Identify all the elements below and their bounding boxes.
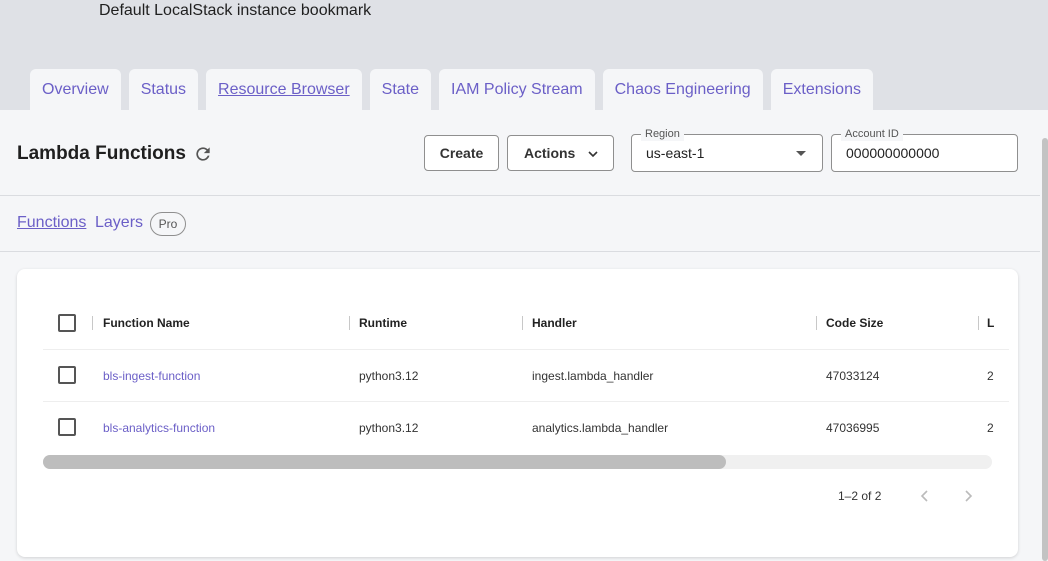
table-row[interactable]: bls-ingest-function python3.12 ingest.la… bbox=[43, 350, 1009, 402]
last-cell: 2 bbox=[987, 421, 994, 435]
account-id-field[interactable]: Account ID 000000000000 bbox=[831, 127, 1018, 172]
runtime-cell: python3.12 bbox=[359, 421, 419, 435]
tab-label: Overview bbox=[42, 80, 109, 98]
account-id-value: 000000000000 bbox=[846, 145, 940, 161]
code-size-cell: 47036995 bbox=[826, 421, 880, 435]
tab-label: Chaos Engineering bbox=[614, 80, 751, 98]
function-name-link[interactable]: bls-analytics-function bbox=[103, 421, 215, 435]
account-id-label: Account ID bbox=[841, 127, 903, 141]
handler-cell: analytics.lambda_handler bbox=[532, 421, 669, 435]
row-checkbox[interactable] bbox=[58, 366, 76, 384]
actions-button[interactable]: Actions bbox=[507, 135, 614, 171]
horizontal-scrollbar-thumb[interactable] bbox=[43, 455, 726, 469]
function-name-link[interactable]: bls-ingest-function bbox=[103, 369, 200, 383]
table-header-row: Function Name Runtime Handler Code Size … bbox=[43, 296, 1009, 350]
column-separator[interactable] bbox=[978, 316, 979, 330]
pagination-label: 1–2 of 2 bbox=[838, 489, 882, 503]
column-header-handler[interactable]: Handler bbox=[532, 316, 577, 330]
column-separator[interactable] bbox=[522, 316, 523, 330]
code-size-cell: 47033124 bbox=[826, 369, 880, 383]
actions-label: Actions bbox=[524, 145, 576, 161]
tab-chaos-engineering[interactable]: Chaos Engineering bbox=[602, 69, 763, 110]
create-button[interactable]: Create bbox=[424, 135, 499, 171]
tab-state[interactable]: State bbox=[369, 69, 432, 110]
subnav: Functions Layers Pro bbox=[0, 196, 1040, 252]
instance-title: Default LocalStack instance bookmark bbox=[99, 2, 372, 19]
column-header-last[interactable]: L bbox=[987, 316, 994, 330]
tab-iam-policy-stream[interactable]: IAM Policy Stream bbox=[439, 69, 595, 110]
chevron-down-icon bbox=[588, 151, 598, 158]
main-tabs: Overview Status Resource Browser State I… bbox=[30, 69, 873, 110]
column-separator[interactable] bbox=[816, 316, 817, 330]
chevron-right-icon[interactable] bbox=[959, 487, 977, 505]
column-header-code-size[interactable]: Code Size bbox=[826, 316, 883, 330]
tab-overview[interactable]: Overview bbox=[30, 69, 121, 110]
handler-cell: ingest.lambda_handler bbox=[532, 369, 654, 383]
table-row[interactable]: bls-analytics-function python3.12 analyt… bbox=[43, 402, 1009, 454]
select-all-checkbox[interactable] bbox=[58, 314, 76, 332]
region-select[interactable]: Region us-east-1 bbox=[631, 127, 823, 172]
tab-label: IAM Policy Stream bbox=[451, 80, 583, 98]
tab-label: Status bbox=[140, 80, 187, 98]
runtime-cell: python3.12 bbox=[359, 369, 419, 383]
tab-resource-browser[interactable]: Resource Browser bbox=[206, 69, 362, 110]
column-separator[interactable] bbox=[92, 316, 93, 330]
functions-table: Function Name Runtime Handler Code Size … bbox=[43, 296, 1009, 454]
chevron-left-icon[interactable] bbox=[916, 487, 934, 505]
refresh-icon[interactable] bbox=[193, 144, 213, 164]
region-value: us-east-1 bbox=[646, 145, 705, 161]
tab-label: Resource Browser bbox=[218, 80, 350, 98]
layers-link[interactable]: Layers bbox=[95, 214, 143, 232]
last-cell: 2 bbox=[987, 369, 994, 383]
tab-label: Extensions bbox=[782, 80, 861, 98]
page-title: Lambda Functions bbox=[17, 143, 186, 164]
pro-badge: Pro bbox=[150, 212, 186, 236]
tab-status[interactable]: Status bbox=[128, 69, 199, 110]
row-checkbox[interactable] bbox=[58, 418, 76, 436]
functions-link[interactable]: Functions bbox=[17, 214, 86, 232]
page-scrollbar-thumb[interactable] bbox=[1042, 138, 1048, 561]
tab-extensions[interactable]: Extensions bbox=[770, 69, 873, 110]
tab-label: State bbox=[381, 80, 420, 98]
caret-down-icon bbox=[796, 151, 806, 156]
toolbar: Lambda Functions Create Actions Region u… bbox=[0, 110, 1040, 196]
column-separator[interactable] bbox=[349, 316, 350, 330]
functions-table-card: Function Name Runtime Handler Code Size … bbox=[17, 269, 1018, 557]
column-header-function-name[interactable]: Function Name bbox=[103, 316, 190, 330]
region-label: Region bbox=[641, 127, 684, 141]
column-header-runtime[interactable]: Runtime bbox=[359, 316, 407, 330]
